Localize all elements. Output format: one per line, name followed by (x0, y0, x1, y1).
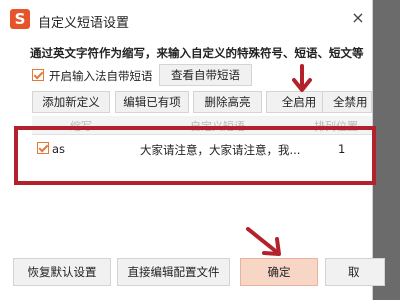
enable-builtin-checkbox[interactable] (32, 69, 44, 81)
view-builtin-button[interactable]: 查看自带短语 (159, 64, 252, 86)
edit-config-file-button[interactable]: 直接编辑配置文件 (117, 258, 230, 286)
description-text: 通过英文字符作为缩写，来输入自定义的特殊符号、短语、短文等 (30, 46, 364, 60)
sogou-logo-icon: S (10, 9, 30, 29)
edit-item-button[interactable]: 编辑已有项 (115, 91, 189, 113)
window-title: 自定义短语设置 (38, 16, 130, 31)
disable-all-button[interactable]: 全禁用 (322, 91, 372, 113)
add-definition-button[interactable]: 添加新定义 (32, 91, 110, 113)
arrow-down-icon (292, 64, 312, 92)
restore-default-button[interactable]: 恢复默认设置 (13, 258, 111, 286)
arrow-diagonal-icon (246, 227, 281, 256)
delete-highlighted-button[interactable]: 删除高亮 (193, 91, 262, 113)
enable-builtin-label: 开启输入法自带短语 (49, 69, 153, 83)
annotation-highlight-box (14, 126, 376, 185)
ok-button[interactable]: 确定 (240, 258, 318, 286)
cancel-button[interactable]: 取 (325, 258, 385, 286)
close-icon[interactable]: × (348, 8, 368, 28)
title-bar: S 自定义短语设置 × (0, 0, 372, 38)
